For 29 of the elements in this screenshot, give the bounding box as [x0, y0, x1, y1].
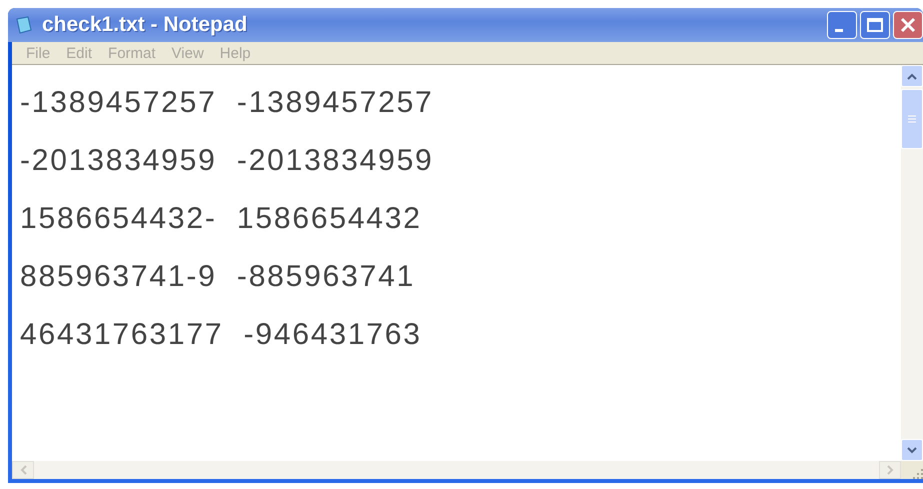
- scroll-thumb[interactable]: [901, 89, 923, 149]
- scroll-left-button[interactable]: [12, 461, 34, 479]
- menu-item[interactable]: Help: [212, 44, 259, 62]
- menu-item[interactable]: Format: [100, 44, 164, 62]
- minimize-button[interactable]: [827, 11, 857, 39]
- scroll-down-button[interactable]: [901, 439, 923, 461]
- menu-item[interactable]: File: [18, 44, 58, 62]
- maximize-icon: [867, 18, 883, 32]
- window-title: check1.txt - Notepad: [42, 13, 248, 37]
- menu-item[interactable]: Edit: [58, 44, 100, 62]
- scroll-up-button[interactable]: [901, 65, 923, 87]
- text-line: -2013834959 -2013834959: [20, 143, 435, 179]
- horizontal-scrollbar[interactable]: [12, 461, 901, 479]
- notepad-icon: [14, 15, 34, 35]
- caret-right-icon: [886, 465, 894, 475]
- resize-grip-icon[interactable]: [911, 467, 923, 479]
- minimize-icon: [835, 28, 843, 32]
- maximize-button[interactable]: [860, 11, 890, 39]
- text-line: 46431763177 -946431763: [20, 317, 423, 353]
- caret-down-icon: [907, 446, 917, 454]
- caret-left-icon: [20, 465, 26, 475]
- close-button[interactable]: [893, 11, 923, 39]
- text-line: 1586654432- 1586654432: [20, 201, 423, 237]
- caret-up-icon: [907, 72, 917, 80]
- close-icon: [900, 17, 916, 33]
- text-line: 885963741-9 -885963741: [20, 259, 416, 295]
- vertical-scrollbar[interactable]: [901, 65, 923, 461]
- text-line: -1389457257 -1389457257: [20, 85, 435, 121]
- menu-item[interactable]: View: [164, 44, 212, 62]
